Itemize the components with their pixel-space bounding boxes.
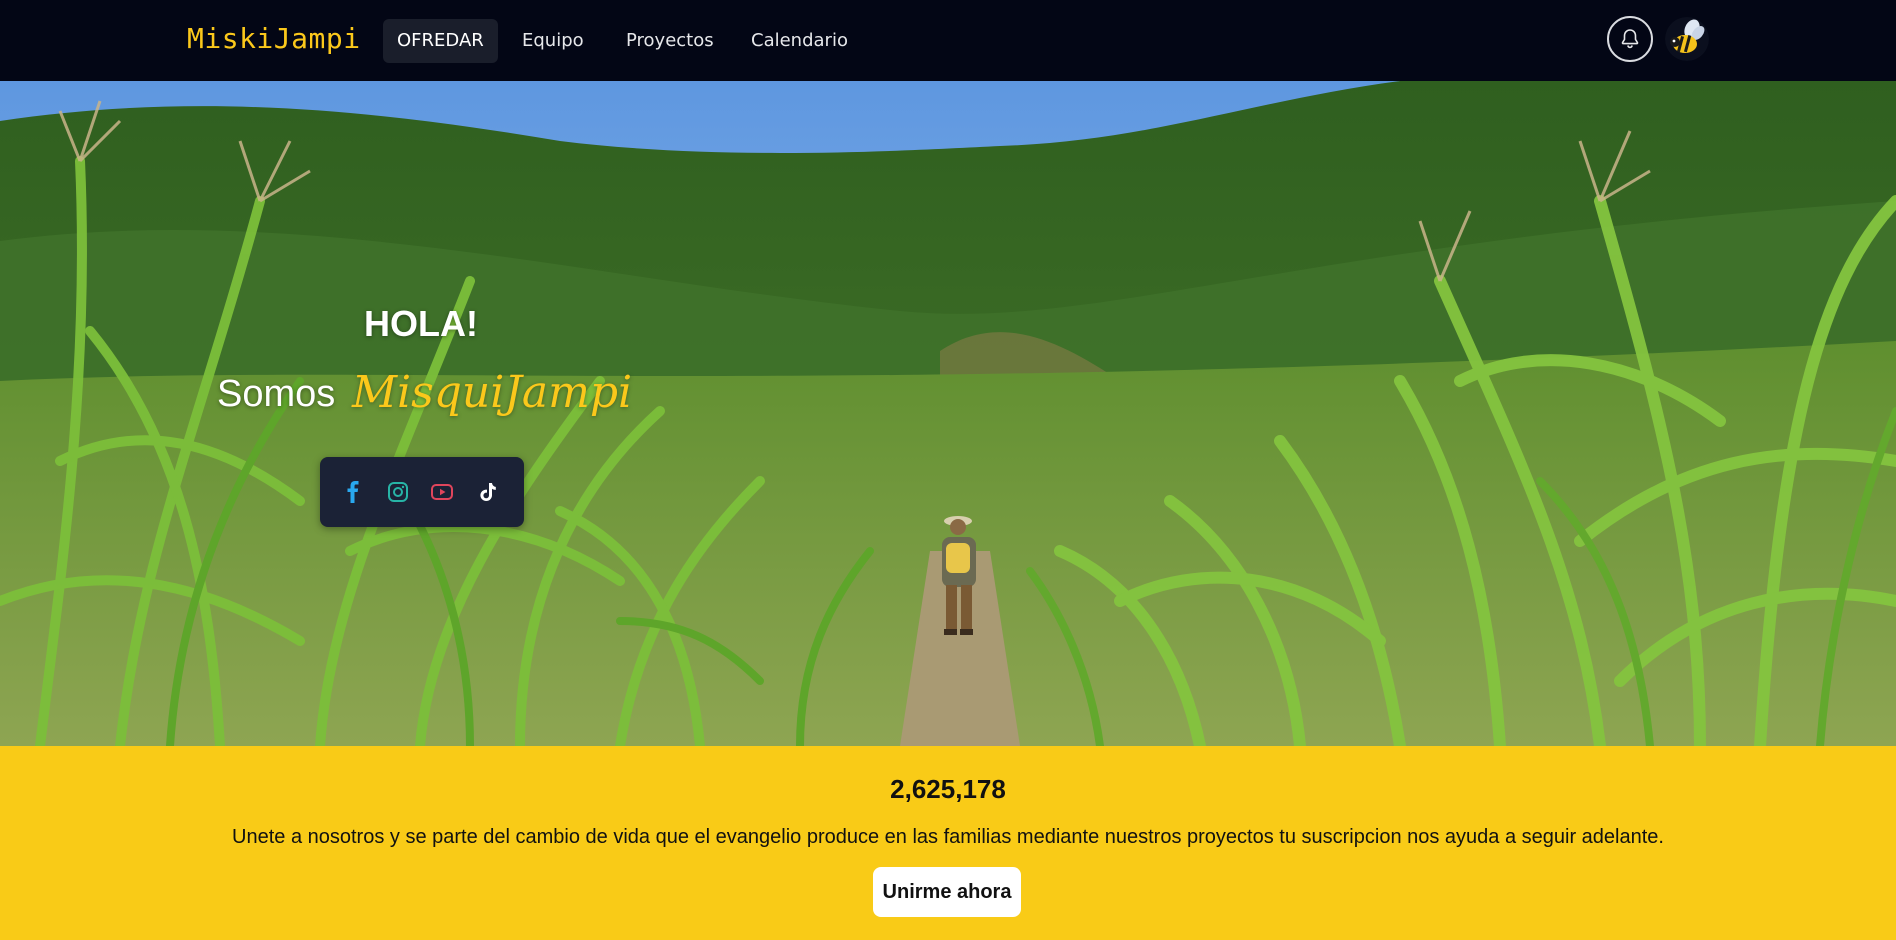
tiktok-icon[interactable] xyxy=(474,479,500,505)
youtube-icon[interactable] xyxy=(429,479,455,505)
facebook-icon[interactable] xyxy=(340,479,366,505)
subscriber-counter: 2,625,178 xyxy=(890,774,1006,804)
profile-avatar-button[interactable] xyxy=(1665,17,1709,61)
nav-link-calendario[interactable]: Calendario xyxy=(737,19,862,63)
join-now-button[interactable]: Unirme ahora xyxy=(873,867,1021,917)
hero-we-are: Somos xyxy=(217,373,336,415)
hero-brand-name: MisquiJampi xyxy=(352,367,633,418)
nav-link-proyectos[interactable]: Proyectos xyxy=(612,19,728,63)
brand-logo[interactable]: MiskiJampi xyxy=(187,22,361,55)
subscribe-message: Unete a nosotros y se parte del cambio d… xyxy=(232,826,1664,848)
bee-avatar-icon xyxy=(1665,17,1709,61)
nav-link-ofredar[interactable]: OFREDAR xyxy=(383,19,498,63)
bell-icon xyxy=(1621,29,1639,49)
hero-banner: HOLA! Somos MisquiJampi xyxy=(0,81,1896,746)
social-links xyxy=(320,457,524,527)
notifications-button[interactable] xyxy=(1607,16,1653,62)
top-navbar: MiskiJampi OFREDAR Equipo Proyectos Cale… xyxy=(0,0,1896,81)
instagram-icon[interactable] xyxy=(385,479,411,505)
hero-greeting: HOLA! xyxy=(364,303,478,344)
nav-link-equipo[interactable]: Equipo xyxy=(508,19,598,63)
subscribe-banner: 2,625,178 Unete a nosotros y se parte de… xyxy=(0,746,1896,940)
